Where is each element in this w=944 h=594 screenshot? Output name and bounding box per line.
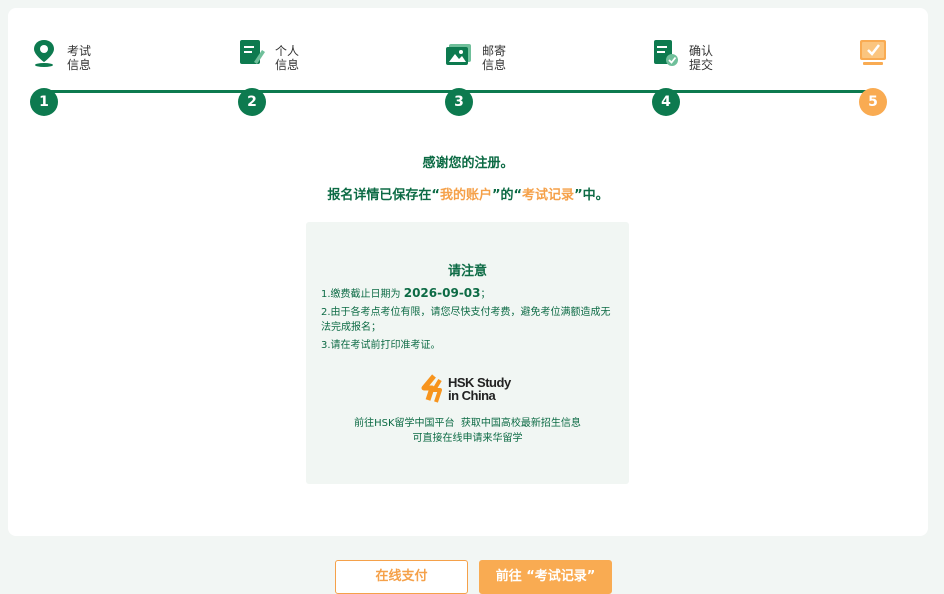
online-pay-button[interactable]: 在线支付 <box>335 560 468 594</box>
deadline-text-post: ； <box>480 289 491 300</box>
deadline-text: 1.缴费截止日期为 <box>321 289 404 300</box>
logo-line2: in China <box>448 388 496 403</box>
saved-text-post: ”中。 <box>574 188 609 203</box>
step-label-line2: 提交 <box>689 58 714 72</box>
photo-mail-icon <box>446 44 471 65</box>
promo-line2: 可直接在线申请来华留学 <box>412 433 523 444</box>
promo-line1[interactable]: 前往HSK留学中国平台 获取中国高校最新招生信息 <box>306 416 629 431</box>
step-label-line1: 个人 <box>275 44 300 58</box>
hsk-study-logo[interactable]: HSK Study in China <box>420 374 520 408</box>
thanks-message: 感谢您的注册。 <box>422 156 514 171</box>
saved-location-message: 报名详情已保存在“我的账户”的“考试记录”中。 <box>8 184 928 203</box>
registration-card: 考试 信息 1 个人 信息 2 邮寄 信息 3 确认 提交 4 5 感谢您的注册… <box>8 8 928 536</box>
step-label-line1: 邮寄 <box>482 44 507 58</box>
step-label-line1: 确认 <box>689 44 714 58</box>
notice-item-print-ticket: 3.请在考试前打印准考证。 <box>321 340 441 351</box>
step-label-line1: 考试 <box>67 44 92 58</box>
notice-item-pay-soon: 2.由于各考点考位有限，请您尽快支付考费，避免考位满额造成无法完成报名； <box>321 307 611 333</box>
step-number: 2 <box>238 88 266 116</box>
location-pin-icon <box>34 40 54 67</box>
step-label-line2: 信息 <box>275 58 300 72</box>
step-number: 3 <box>445 88 473 116</box>
saved-text-mid: ”的“ <box>491 188 523 203</box>
notice-title: 请注意 <box>447 264 487 279</box>
notice-list: 1.缴费截止日期为 2026-09-03； 2.由于各考点考位有限，请您尽快支付… <box>321 286 617 356</box>
step-number: 4 <box>652 88 680 116</box>
confirm-document-icon <box>654 40 678 66</box>
step-number: 5 <box>859 88 887 116</box>
deadline-date: 2026-09-03 <box>403 286 481 300</box>
notice-item-deadline: 1.缴费截止日期为 2026-09-03； <box>321 286 617 302</box>
notice-box: 请注意 1.缴费截止日期为 2026-09-03； 2.由于各考点考位有限，请您… <box>306 222 629 484</box>
completed-monitor-icon <box>860 40 886 65</box>
exam-record-link[interactable]: 考试记录 <box>522 188 574 203</box>
step-label-line2: 信息 <box>482 58 507 72</box>
my-account-link[interactable]: 我的账户 <box>440 188 492 203</box>
go-exam-record-button[interactable]: 前往 “考试记录” <box>479 560 612 594</box>
step-number: 1 <box>30 88 58 116</box>
edit-document-icon <box>240 40 265 64</box>
hsk-logo-icon <box>421 374 442 403</box>
step-label-line2: 信息 <box>67 58 92 72</box>
saved-text-pre: 报名详情已保存在“ <box>327 188 440 203</box>
